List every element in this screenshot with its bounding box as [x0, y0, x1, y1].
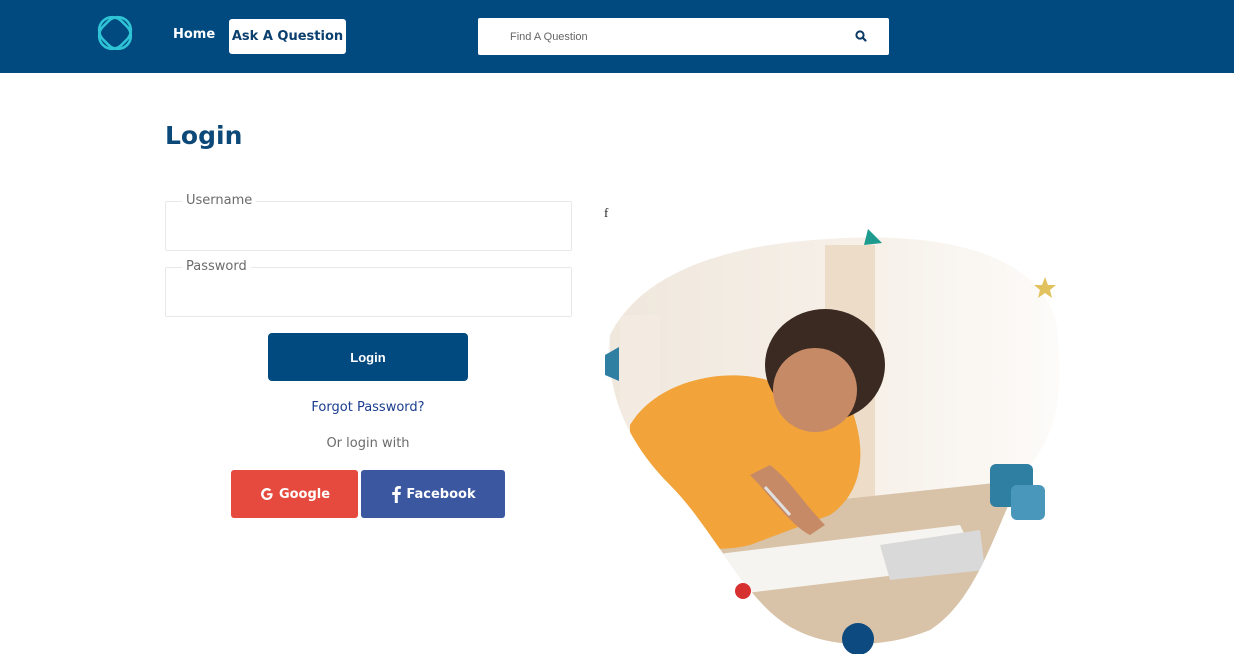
search-bar: [478, 18, 889, 55]
google-label: Google: [278, 486, 331, 502]
interlocking-rings-icon[interactable]: [96, 14, 134, 52]
square-decoration-icon: [1011, 485, 1045, 520]
nav-home-link[interactable]: Home: [173, 27, 215, 42]
google-icon: [260, 488, 273, 501]
facebook-label: Facebook: [406, 486, 476, 502]
password-input[interactable]: [166, 268, 571, 316]
page-title: Login: [165, 121, 243, 150]
facebook-login-button[interactable]: Facebook: [361, 470, 505, 518]
username-input[interactable]: [166, 202, 571, 250]
photo-blob: [609, 237, 1060, 644]
triangle-decoration-icon: [864, 229, 882, 245]
username-field: Username: [165, 193, 572, 251]
search-input[interactable]: [478, 18, 838, 55]
ask-question-button[interactable]: Ask A Question: [229, 19, 346, 54]
forgot-password-link[interactable]: Forgot Password?: [268, 400, 468, 415]
password-field: Password: [165, 259, 572, 317]
facebook-icon: [392, 485, 402, 503]
login-button[interactable]: Login: [268, 333, 468, 381]
student-writing-illustration: [605, 229, 1060, 654]
top-navbar: Home Ask A Question: [0, 0, 1234, 73]
or-login-with-text: Or login with: [326, 436, 410, 451]
red-dot-icon: [735, 583, 751, 599]
stray-text: f: [604, 205, 609, 220]
blue-dot-icon: [842, 623, 874, 654]
google-login-button[interactable]: Google: [231, 470, 358, 518]
tab-decoration-icon: [605, 347, 619, 381]
search-icon[interactable]: [853, 28, 869, 44]
